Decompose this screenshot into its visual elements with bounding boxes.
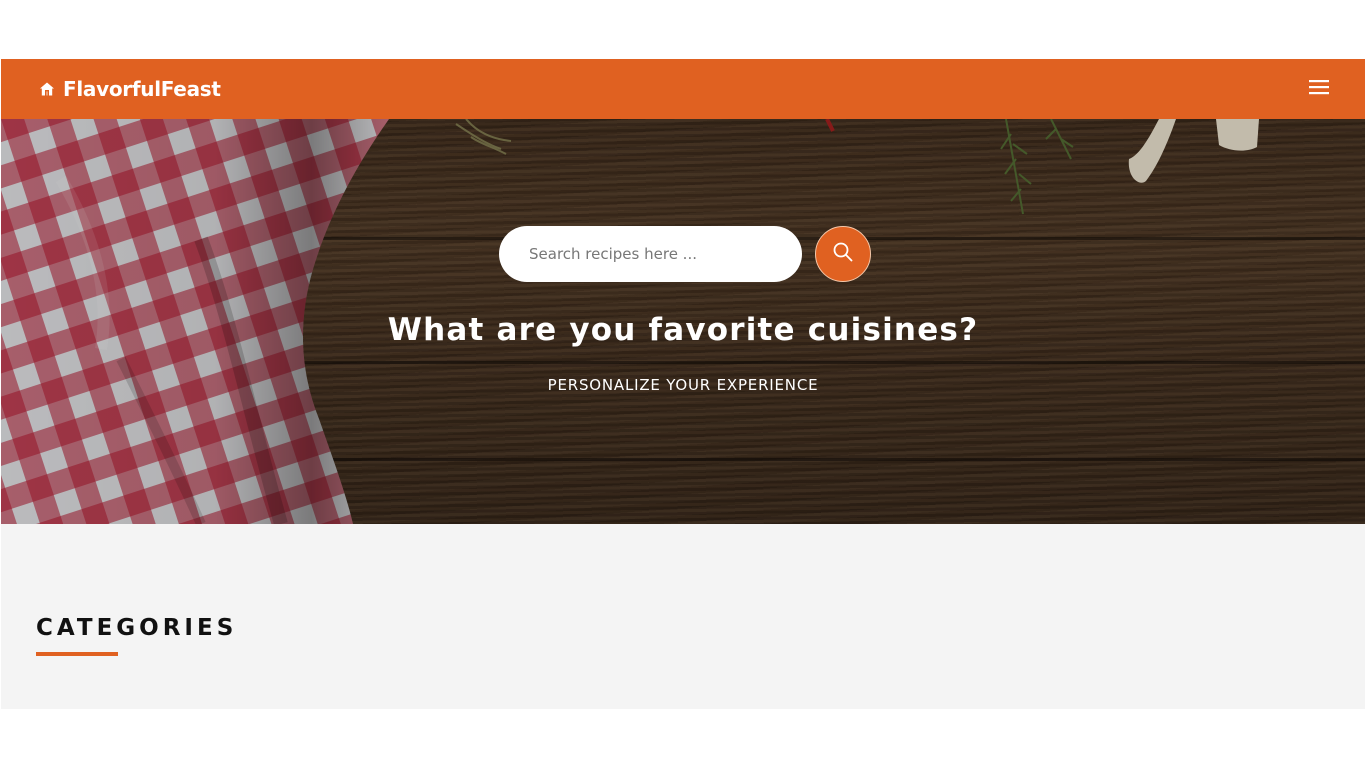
navbar: FlavorfulFeast	[1, 59, 1365, 119]
search-button[interactable]	[815, 226, 871, 282]
hero-subtitle: PERSONALIZE YOUR EXPERIENCE	[547, 376, 819, 394]
brand-link[interactable]: FlavorfulFeast	[39, 77, 221, 101]
home-icon	[39, 81, 55, 97]
brand-name: FlavorfulFeast	[63, 77, 221, 101]
menu-button[interactable]	[1307, 77, 1331, 101]
search-bar	[499, 226, 871, 282]
page-frame: FlavorfulFeast Search recipes here ... W…	[1, 59, 1365, 709]
hero-banner: What are you favorite cuisines? PERSONAL…	[1, 119, 1365, 524]
hero-title: What are you favorite cuisines?	[387, 312, 979, 348]
hamburger-menu-icon	[1308, 79, 1330, 100]
search-input[interactable]	[499, 226, 802, 282]
categories-heading: CATEGORIES	[36, 615, 238, 641]
categories-section: CATEGORIES	[1, 524, 1365, 709]
search-icon	[832, 241, 854, 268]
heading-underline	[36, 652, 118, 656]
